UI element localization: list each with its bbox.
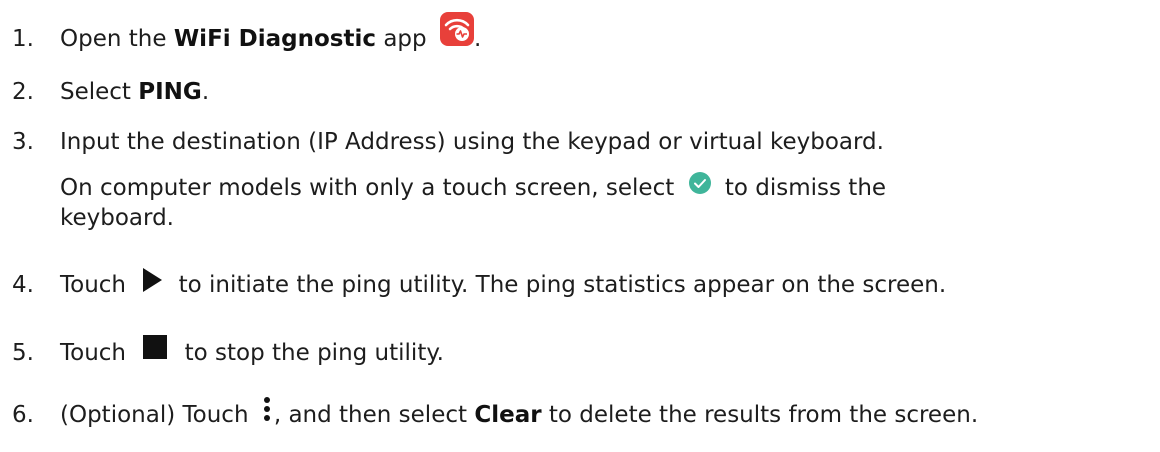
checkmark-circle-icon [688, 171, 712, 203]
clear-label: Clear [474, 402, 542, 428]
step-text: Select PING. [60, 77, 209, 107]
step-text-post: . [201, 79, 210, 105]
step-text: Touch to stop the ping utility. [60, 334, 444, 368]
step-text-pre: Open the [60, 26, 174, 52]
step-number: 6. [12, 402, 34, 428]
step-text-mid: , and then select [273, 402, 475, 428]
note-text-line2: keyboard. [60, 205, 174, 231]
more-vertical-icon [262, 396, 272, 430]
step-number: 2. [12, 79, 34, 105]
step-number: 4. [12, 272, 34, 298]
step-text: Touch to initiate the ping utility. The … [60, 267, 947, 301]
stop-icon [143, 334, 168, 367]
play-icon [141, 267, 163, 301]
step-number: 5. [12, 340, 34, 366]
step-number: 1. [12, 26, 34, 52]
step-text-post: to initiate the ping utility. The ping s… [178, 272, 947, 298]
step-text: Open the WiFi Diagnostic app . [60, 11, 482, 54]
app-name: WiFi Diagnostic [173, 26, 377, 52]
step-text-post: app [376, 26, 427, 52]
step-text-pre: Select [60, 79, 139, 105]
step-text-post: to stop the ping utility. [184, 340, 444, 366]
note-text-pre: On computer models with only a touch scr… [60, 175, 675, 201]
step-text: Input the destination (IP Address) using… [60, 129, 884, 155]
step-text: (Optional) Touch , and then select Clear… [60, 396, 979, 430]
step-text-end: . [473, 26, 482, 52]
step-number: 3. [12, 129, 34, 155]
step-text-pre: Touch [60, 340, 127, 366]
step-text-post: to delete the results from the screen. [541, 402, 979, 428]
note-text-post: to dismiss the [724, 175, 887, 201]
step-text-pre: (Optional) Touch [60, 402, 249, 428]
ping-label: PING [138, 79, 202, 105]
wifi-diagnostic-app-icon [439, 11, 474, 54]
step-text-pre: Touch [60, 272, 127, 298]
step-3-note: On computer models with only a touch scr… [60, 171, 940, 233]
